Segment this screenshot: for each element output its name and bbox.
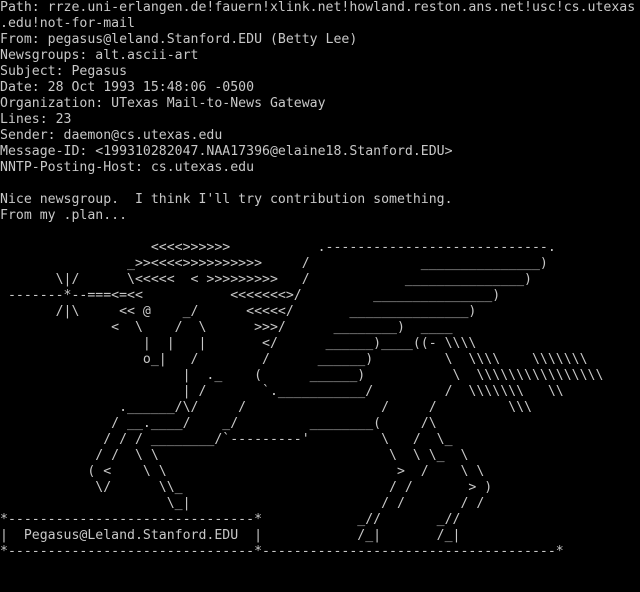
ascii-art-row: .______/\/ / / / \\\: [0, 400, 532, 415]
header-date: Date: 28 Oct 1993 15:48:06 -0500: [0, 80, 255, 95]
ascii-art-row: / __.____/ _/ ________( /\: [0, 416, 437, 431]
ascii-art-row: / / / ________/`---------' \ / \_: [0, 432, 453, 447]
ascii-art-row: -------*--===<=<< <<<<<<<>/ ____________…: [0, 288, 501, 303]
ascii-art-row: < \ / \ >>>/ ________) ____: [0, 320, 453, 335]
header-organization: Organization: UTexas Mail-to-News Gatewa…: [0, 96, 326, 111]
ascii-art-row: | | | </ ______)____((- \\\\: [0, 336, 477, 351]
ascii-art-row: \|/ \<<<<< < >>>>>>>>> / _______________…: [0, 272, 532, 287]
header-path-line-1: Path: rrze.uni-erlangen.de!fauern!xlink.…: [0, 0, 636, 15]
header-newsgroups: Newsgroups: alt.ascii-art: [0, 48, 199, 63]
pegasus-ascii-art: <<<<>>>>>> .----------------------------…: [0, 240, 640, 560]
ascii-art-row: | ._ ( ______) \ \\\\\\\\\\\\\\\\: [0, 368, 604, 383]
header-path-line-2: .edu!not-for-mail: [0, 16, 135, 31]
header-message-id: Message-ID: <199310282047.NAA17396@elain…: [0, 144, 453, 159]
ascii-art-row: <<<<>>>>>> .----------------------------…: [0, 240, 556, 255]
header-sender: Sender: daemon@cs.utexas.edu: [0, 128, 223, 143]
ascii-art-row: \/ \\_ / / > ): [0, 480, 493, 495]
ascii-art-row: \_| / / / /: [0, 496, 485, 511]
signature-box-top: *-------------------------------* _// _/…: [0, 512, 461, 527]
header-from: From: pegasus@leland.Stanford.EDU (Betty…: [0, 32, 358, 47]
body-text-line-2: From my .plan...: [0, 208, 128, 223]
signature-box-email: | Pegasus@Leland.Stanford.EDU | /_| /_|: [0, 528, 461, 543]
body-text-line-1: Nice newsgroup. I think I'll try contrib…: [0, 192, 453, 207]
ascii-art-row: / / \ \ \ \ \_ \: [0, 448, 469, 463]
header-nntp-posting-host: NNTP-Posting-Host: cs.utexas.edu: [0, 160, 255, 175]
signature-box-bottom: *-------------------------------*-------…: [0, 544, 564, 559]
terminal-screen: Path: rrze.uni-erlangen.de!fauern!xlink.…: [0, 0, 640, 592]
ascii-art-row: | / `.___________/ / \\\\\\\ \\: [0, 384, 564, 399]
ascii-art-row: /|\ << @ _/ <<<<</ _______________): [0, 304, 477, 319]
ascii-art-row: ( < \ \ > / \ \: [0, 464, 485, 479]
header-subject: Subject: Pegasus: [0, 64, 128, 79]
ascii-art-row: o_| / / ______) \ \\\\ \\\\\\\: [0, 352, 588, 367]
header-lines: Lines: 23: [0, 112, 72, 127]
ascii-art-row: _>><<<<>>>>>>>>>> / _______________): [0, 256, 548, 271]
